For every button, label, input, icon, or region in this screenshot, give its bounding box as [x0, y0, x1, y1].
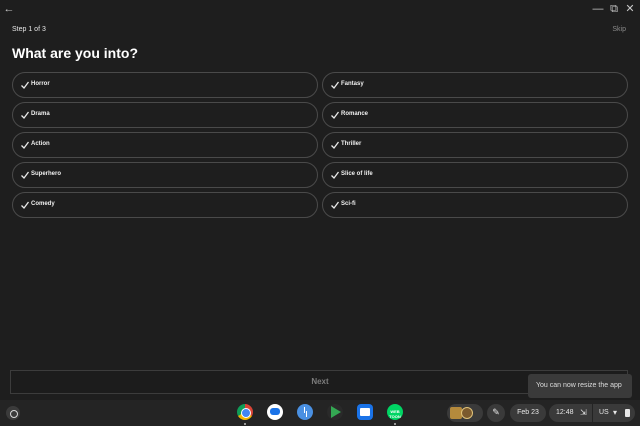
step-indicator: Step 1 of 3 [12, 26, 46, 33]
toast-message: You can now resize the app [536, 382, 622, 389]
skip-button[interactable]: Skip [612, 26, 626, 33]
status-tray[interactable]: 12:48 ⇲ US ▾ [549, 404, 635, 422]
page-title: What are you into? [12, 45, 138, 61]
tray-divider [592, 404, 593, 422]
checkmark-icon [331, 111, 340, 119]
clock-icon[interactable] [297, 404, 313, 420]
genre-chip-romance[interactable]: Romance [322, 102, 628, 128]
genre-label: Horror [31, 81, 50, 87]
checkmark-icon [21, 171, 30, 179]
date-text: Feb 23 [517, 409, 539, 416]
checkmark-icon [331, 81, 340, 89]
genre-chip-fantasy[interactable]: Fantasy [322, 72, 628, 98]
wifi-icon: ▾ [613, 408, 618, 417]
genre-chip-action[interactable]: Action [12, 132, 318, 158]
files-icon[interactable] [357, 404, 373, 420]
checkmark-icon [331, 171, 340, 179]
window-titlebar: ← — ⧉ ✕ [0, 0, 640, 18]
checkmark-icon [21, 201, 30, 209]
checkmark-icon [331, 141, 340, 149]
webtoon-icon[interactable]: WEB TOON [387, 404, 403, 425]
checkmark-icon [21, 81, 30, 89]
running-indicator [394, 423, 396, 425]
play-store-icon[interactable] [327, 404, 343, 420]
messages-icon[interactable] [267, 404, 283, 420]
battery-icon [625, 409, 630, 417]
genre-chip-horror[interactable]: Horror [12, 72, 318, 98]
checkmark-icon [331, 201, 340, 209]
stylus-tools-button[interactable]: ✎ [487, 404, 505, 422]
genre-chip-slice-of-life[interactable]: Slice of life [322, 162, 628, 188]
genre-chip-sci-fi[interactable]: Sci-fi [322, 192, 628, 218]
cast-icon: ⇲ [580, 408, 587, 417]
time-text: 12:48 [556, 409, 574, 416]
holding-space-tray[interactable] [447, 404, 483, 422]
genre-chip-drama[interactable]: Drama [12, 102, 318, 128]
checkmark-icon [21, 111, 30, 119]
date-tray[interactable]: Feb 23 [510, 404, 546, 422]
genre-label: Slice of life [341, 171, 373, 177]
close-icon[interactable]: ✕ [623, 2, 637, 16]
keyboard-layout-text: US [599, 409, 609, 416]
running-indicator [244, 423, 246, 425]
checkmark-icon [21, 141, 30, 149]
genre-label: Superhero [31, 171, 62, 177]
system-shelf: WEB TOON ✎ Feb 23 12:48 ⇲ US ▾ [0, 400, 640, 426]
launcher-icon[interactable] [6, 406, 20, 420]
genre-chip-thriller[interactable]: Thriller [322, 132, 628, 158]
genre-label: Sci-fi [341, 201, 356, 207]
genre-chip-superhero[interactable]: Superhero [12, 162, 318, 188]
back-arrow-icon[interactable]: ← [2, 2, 16, 16]
genre-label: Fantasy [341, 81, 364, 87]
resize-toast: You can now resize the app [528, 374, 632, 398]
genre-label: Action [31, 141, 50, 147]
minimize-icon[interactable]: — [591, 2, 605, 16]
webtoon-icon-text: WEB TOON [389, 409, 401, 419]
tote-thumbnail [461, 407, 473, 419]
pen-icon: ✎ [492, 407, 500, 417]
genre-label: Comedy [31, 201, 55, 207]
genre-label: Drama [31, 111, 50, 117]
restore-window-icon[interactable]: ⧉ [607, 2, 621, 16]
genre-label: Thriller [341, 141, 362, 147]
chrome-icon[interactable] [237, 404, 253, 425]
genre-label: Romance [341, 111, 369, 117]
genre-chip-comedy[interactable]: Comedy [12, 192, 318, 218]
